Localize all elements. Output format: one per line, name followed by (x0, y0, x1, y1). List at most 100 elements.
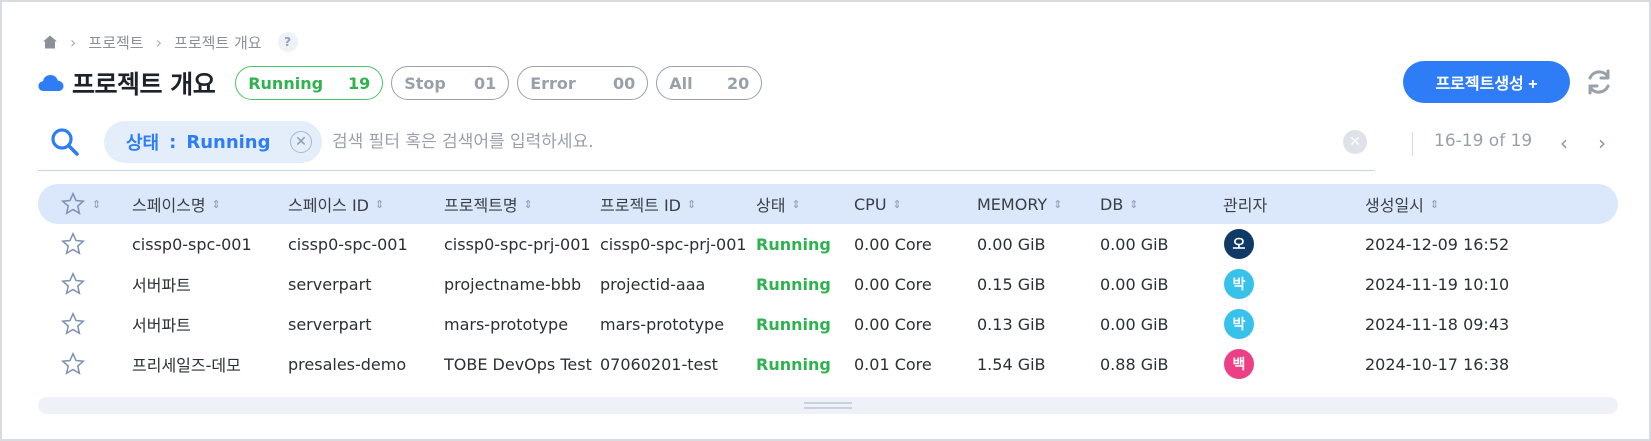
column-label: 프로젝트 ID (600, 196, 682, 215)
cell-db: 0.00 GiB (1100, 234, 1169, 254)
header-project-id[interactable]: 프로젝트 ID ⇕ (600, 184, 696, 224)
table-row[interactable]: 서버파트 serverpart mars-prototype mars-prototy… (38, 304, 1618, 344)
clear-search-icon[interactable]: ✕ (1343, 130, 1367, 154)
cell-project-id: projectid-aaa (600, 274, 706, 294)
column-label: DB (1100, 194, 1124, 214)
cell-project-id: 07060201-test (600, 354, 718, 374)
cell-memory: 0.15 GiB (977, 274, 1046, 294)
status-filter-tag[interactable]: 상태 : Running ✕ (104, 121, 322, 163)
create-project-button[interactable]: 프로젝트생성 + (1403, 61, 1570, 103)
refresh-icon[interactable] (1584, 67, 1614, 97)
status-filter-chips: Running 19 Stop 01 Error 00 All 20 (235, 66, 763, 100)
header-favorite[interactable]: ⇕ (60, 184, 101, 224)
avatar[interactable]: 박 (1224, 269, 1254, 299)
cell-cpu: 0.00 Core (854, 234, 932, 254)
filter-separator: : (169, 131, 177, 153)
star-icon (60, 231, 86, 255)
remove-filter-icon[interactable]: ✕ (290, 131, 312, 153)
chip-stop[interactable]: Stop 01 (391, 66, 510, 100)
sort-icon: ⇕ (791, 197, 801, 211)
chip-label: Stop (404, 73, 446, 93)
cell-admin: 백 (1224, 344, 1254, 384)
column-label: 생성일시 (1365, 196, 1424, 215)
cell-db: 0.00 GiB (1100, 274, 1169, 294)
chip-count: 00 (612, 73, 636, 93)
chip-count: 19 (347, 73, 371, 93)
sort-icon: ⇕ (892, 197, 902, 211)
cell-memory: 0.00 GiB (977, 234, 1046, 254)
cell-db: 0.88 GiB (1100, 354, 1169, 374)
chip-count: 01 (473, 73, 497, 93)
chevron-right-icon[interactable]: › (1591, 131, 1613, 155)
search-icon[interactable] (50, 127, 80, 157)
sort-icon: ⇕ (1429, 197, 1440, 211)
header-memory[interactable]: MEMORY ⇕ (977, 184, 1062, 224)
favorite-toggle[interactable] (60, 264, 86, 304)
chevron-right-icon: › (70, 32, 77, 52)
cell-memory: 1.54 GiB (977, 354, 1046, 374)
breadcrumb: › 프로젝트 › 프로젝트 개요 ? (42, 31, 298, 53)
filter-value: Running (186, 131, 271, 153)
chevron-left-icon[interactable]: ‹ (1553, 131, 1575, 155)
cell-project-name: projectname-bbb (444, 274, 582, 294)
header-space-name[interactable]: 스페이스명 ⇕ (132, 184, 221, 224)
cloud-icon (38, 75, 64, 91)
cell-memory: 0.13 GiB (977, 314, 1046, 334)
table-row[interactable]: cissp0-spc-001 cissp0-spc-001 cissp0-spc-p… (38, 224, 1618, 264)
cell-space-id: presales-demo (288, 354, 407, 374)
cell-created: 2024-11-18 09:43 (1365, 314, 1510, 334)
avatar[interactable]: 박 (1224, 309, 1254, 339)
search-bar: 상태 : Running ✕ ✕ (38, 117, 1375, 171)
header-status[interactable]: 상태 ⇕ (756, 184, 801, 224)
sort-icon: ⇕ (523, 197, 533, 211)
header-db[interactable]: DB ⇕ (1100, 184, 1139, 224)
pagination-range: 16-19 of 19 (1434, 131, 1533, 151)
cell-space-id: cissp0-spc-001 (288, 234, 408, 254)
cell-space-name: 서버파트 (132, 316, 191, 335)
column-label: CPU (854, 194, 887, 214)
cell-space-name: 서버파트 (132, 276, 191, 295)
header-admin: 관리자 (1223, 184, 1267, 224)
cell-project-id: mars-prototype (600, 314, 725, 334)
breadcrumb-overview: 프로젝트 개요 (174, 33, 262, 52)
cell-db: 0.00 GiB (1100, 314, 1169, 334)
breadcrumb-projects[interactable]: 프로젝트 (88, 32, 143, 53)
cell-space-id: serverpart (288, 314, 372, 334)
avatar[interactable]: 오 (1224, 229, 1254, 259)
favorite-toggle[interactable] (60, 344, 86, 384)
avatar[interactable]: 백 (1224, 349, 1254, 379)
project-table: ⇕ 스페이스명 ⇕ 스페이스 ID ⇕ 프로젝트명 ⇕ 프로젝트 ID ⇕ 상태 ⇕ CP… (38, 184, 1618, 384)
cell-cpu: 0.01 Core (854, 354, 932, 374)
favorite-toggle[interactable] (60, 304, 86, 344)
sort-icon: ⇕ (211, 197, 221, 211)
chip-all[interactable]: All 20 (656, 66, 763, 100)
scroll-handle[interactable] (804, 402, 852, 409)
chip-label: All (669, 73, 693, 93)
cell-admin: 박 (1224, 304, 1254, 344)
favorite-toggle[interactable] (60, 224, 86, 264)
cell-project-id: cissp0-spc-prj-001 (600, 234, 747, 254)
search-input[interactable] (332, 125, 1282, 159)
header-created[interactable]: 생성일시 ⇕ (1365, 184, 1439, 224)
help-icon[interactable]: ? (277, 32, 298, 52)
chip-running[interactable]: Running 19 (235, 66, 384, 100)
table-row[interactable]: 서버파트 serverpart projectname-bbb projectid-a… (38, 264, 1618, 304)
cell-space-name: 프리세일즈-데모 (132, 356, 241, 375)
chip-error[interactable]: Error 00 (517, 66, 649, 100)
cell-status: Running (756, 274, 831, 294)
header-cpu[interactable]: CPU ⇕ (854, 184, 902, 224)
column-label: 상태 (756, 196, 786, 215)
cell-cpu: 0.00 Core (854, 274, 932, 294)
header-project-name[interactable]: 프로젝트명 ⇕ (444, 184, 533, 224)
chevron-right-icon: › (155, 32, 163, 52)
column-label: 스페이스명 (132, 196, 206, 215)
cell-project-name: TOBE DevOps Test (444, 354, 592, 374)
table-row[interactable]: 프리세일즈-데모 presales-demo TOBE DevOps Test 070… (38, 344, 1618, 384)
header-space-id[interactable]: 스페이스 ID ⇕ (288, 184, 384, 224)
cell-admin: 박 (1224, 264, 1254, 304)
cell-created: 2024-12-09 16:52 (1365, 234, 1510, 254)
cell-status: Running (756, 234, 831, 254)
horizontal-scrollbar[interactable] (38, 397, 1618, 414)
cell-space-name: cissp0-spc-001 (132, 234, 252, 254)
home-icon[interactable] (42, 34, 58, 50)
